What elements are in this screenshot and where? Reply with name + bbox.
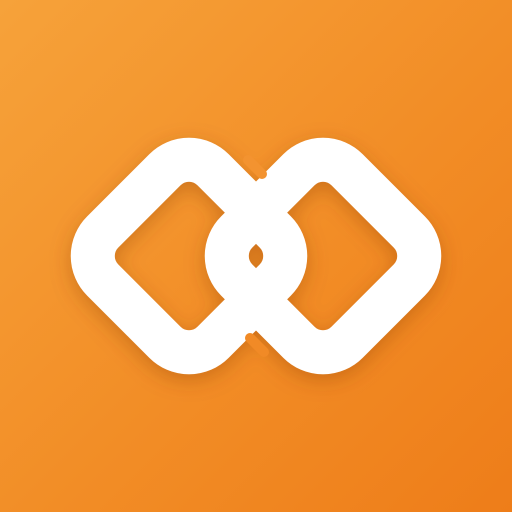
app-icon <box>0 0 512 512</box>
link-overlap-gap-bottom <box>245 333 269 357</box>
chain-link-icon <box>70 137 442 375</box>
link-overlap-gap-top <box>243 155 267 179</box>
